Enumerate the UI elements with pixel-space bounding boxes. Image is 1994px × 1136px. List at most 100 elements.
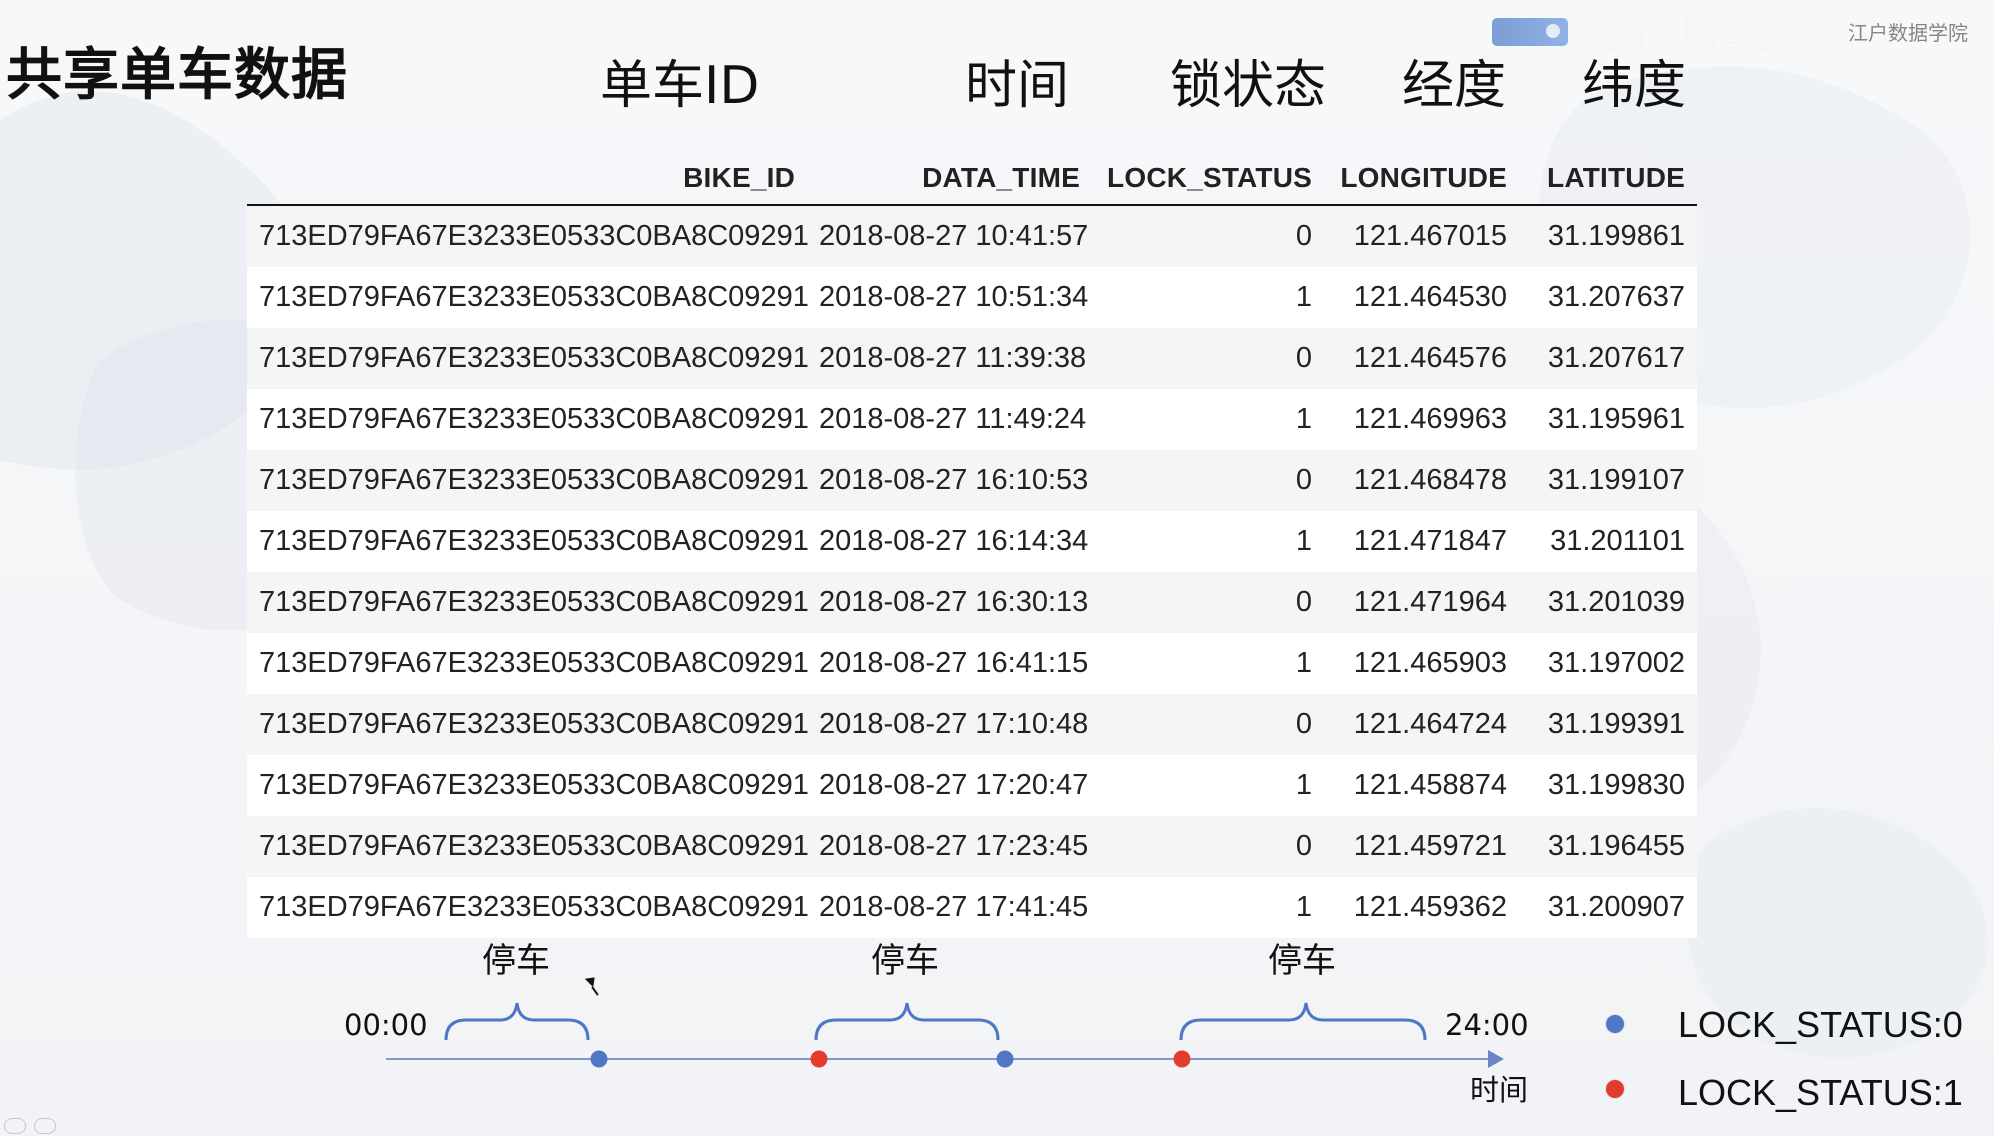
cell-lock-status: 0 — [1092, 816, 1324, 877]
table-row: 713ED79FA67E3233E0533C0BA8C09291 2018-08… — [247, 633, 1697, 694]
bike-data-table-grid: BIKE_ID DATA_TIME LOCK_STATUS LONGITUDE … — [247, 142, 1697, 938]
cell-longitude: 121.464724 — [1324, 694, 1519, 755]
cell-lock-status: 0 — [1092, 572, 1324, 633]
table-header-row: BIKE_ID DATA_TIME LOCK_STATUS LONGITUDE … — [247, 142, 1697, 206]
cell-latitude: 31.207617 — [1519, 328, 1697, 389]
cell-data-time: 2018-08-27 10:51:34 — [807, 267, 1092, 328]
cell-latitude: 31.199830 — [1519, 755, 1697, 816]
cell-latitude: 31.196455 — [1519, 816, 1697, 877]
cell-bike-id: 713ED79FA67E3233E0533C0BA8C09291 — [247, 877, 809, 938]
cell-latitude: 31.200907 — [1519, 877, 1697, 938]
table-row: 713ED79FA67E3233E0533C0BA8C09291 2018-08… — [247, 267, 1697, 328]
table-row: 713ED79FA67E3233E0533C0BA8C09291 2018-08… — [247, 389, 1697, 450]
cell-lock-status: 0 — [1092, 450, 1324, 511]
table-row: 713ED79FA67E3233E0533C0BA8C09291 2018-08… — [247, 694, 1697, 755]
cell-bike-id: 713ED79FA67E3233E0533C0BA8C09291 — [247, 389, 809, 450]
cell-lock-status: 0 — [1092, 694, 1324, 755]
watermark-secondary-text: 江户数据学院 — [1848, 21, 1968, 45]
cell-latitude: 31.199107 — [1519, 450, 1697, 511]
column-header-longitude: LONGITUDE — [1324, 142, 1519, 206]
legend-status-0-dot-icon — [1606, 1015, 1624, 1033]
status-0-point — [996, 1050, 1014, 1068]
cn-header-time: 时间 — [965, 56, 1070, 116]
cell-data-time: 2018-08-27 16:10:53 — [807, 450, 1092, 511]
table-row: 713ED79FA67E3233E0533C0BA8C09291 2018-08… — [247, 511, 1697, 572]
cn-header-lock-status: 锁状态 — [1170, 56, 1327, 116]
table-row: 713ED79FA67E3233E0533C0BA8C09291 2018-08… — [247, 755, 1697, 816]
cell-lock-status: 0 — [1092, 205, 1324, 267]
cell-bike-id: 713ED79FA67E3233E0533C0BA8C09291 — [247, 572, 809, 633]
cell-bike-id: 713ED79FA67E3233E0533C0BA8C09291 — [247, 694, 809, 755]
cell-lock-status: 1 — [1092, 633, 1324, 694]
timeline-axis-label: 时间 — [1470, 1073, 1528, 1107]
cell-longitude: 121.467015 — [1324, 205, 1519, 267]
parking-brace-1 — [444, 1002, 590, 1041]
legend-status-1-dot-icon — [1606, 1080, 1624, 1098]
page-title: 共享单车数据 — [6, 43, 348, 108]
watermark-badge-icon — [1491, 17, 1568, 46]
cell-bike-id: 713ED79FA67E3233E0533C0BA8C09291 — [247, 205, 809, 267]
cell-lock-status: 1 — [1092, 267, 1324, 328]
cell-lock-status: 1 — [1092, 755, 1324, 816]
cell-longitude: 121.459721 — [1324, 816, 1519, 877]
cn-header-bike-id: 单车ID — [600, 56, 760, 116]
column-header-bike-id: BIKE_ID — [247, 142, 807, 206]
cell-lock-status: 1 — [1092, 511, 1324, 572]
slide-controls — [0, 1118, 56, 1136]
cn-header-latitude: 纬度 — [1582, 56, 1687, 116]
cell-bike-id: 713ED79FA67E3233E0533C0BA8C09291 — [247, 816, 809, 877]
cell-bike-id: 713ED79FA67E3233E0533C0BA8C09291 — [247, 633, 809, 694]
table-row: 713ED79FA67E3233E0533C0BA8C09291 2018-08… — [247, 205, 1697, 267]
cell-longitude: 121.468478 — [1324, 450, 1519, 511]
cell-longitude: 121.469963 — [1324, 389, 1519, 450]
cell-bike-id: 713ED79FA67E3233E0533C0BA8C09291 — [247, 755, 809, 816]
slide: 同济小旭学长 江户数据学院 共享单车数据 单车ID 时间 锁状态 经度 纬度 B… — [0, 0, 1994, 1136]
timeline-arrow-icon — [1488, 1050, 1504, 1068]
column-header-lock-status: LOCK_STATUS — [1092, 142, 1324, 206]
cell-longitude: 121.465903 — [1324, 633, 1519, 694]
legend-status-0-label: LOCK_STATUS:0 — [1678, 1004, 1963, 1045]
column-header-latitude: LATITUDE — [1519, 142, 1697, 206]
timeline-end-label: 24:00 — [1445, 1008, 1529, 1042]
cell-longitude: 121.471847 — [1324, 511, 1519, 572]
cell-data-time: 2018-08-27 16:14:34 — [807, 511, 1092, 572]
table-row: 713ED79FA67E3233E0533C0BA8C09291 2018-08… — [247, 450, 1697, 511]
cell-longitude: 121.464576 — [1324, 328, 1519, 389]
cell-lock-status: 0 — [1092, 328, 1324, 389]
cell-latitude: 31.201101 — [1519, 511, 1697, 572]
cell-latitude: 31.195961 — [1519, 389, 1697, 450]
cell-bike-id: 713ED79FA67E3233E0533C0BA8C09291 — [247, 450, 809, 511]
parking-label-3: 停车 — [1268, 941, 1336, 981]
cell-data-time: 2018-08-27 16:30:13 — [807, 572, 1092, 633]
status-0-point — [590, 1050, 608, 1068]
cell-data-time: 2018-08-27 11:39:38 — [807, 328, 1092, 389]
cell-bike-id: 713ED79FA67E3233E0533C0BA8C09291 — [247, 511, 809, 572]
previous-slide-icon[interactable] — [4, 1118, 26, 1134]
cell-data-time: 2018-08-27 11:49:24 — [807, 389, 1092, 450]
cell-latitude: 31.197002 — [1519, 633, 1697, 694]
next-slide-icon[interactable] — [34, 1118, 56, 1134]
cell-longitude: 121.458874 — [1324, 755, 1519, 816]
cell-data-time: 2018-08-27 16:41:15 — [807, 633, 1092, 694]
column-header-data-time: DATA_TIME — [807, 142, 1092, 206]
cell-data-time: 2018-08-27 17:41:45 — [807, 877, 1092, 938]
cell-lock-status: 1 — [1092, 389, 1324, 450]
table-row: 713ED79FA67E3233E0533C0BA8C09291 2018-08… — [247, 572, 1697, 633]
bike-data-table: BIKE_ID DATA_TIME LOCK_STATUS LONGITUDE … — [247, 142, 1697, 938]
table-row: 713ED79FA67E3233E0533C0BA8C09291 2018-08… — [247, 877, 1697, 938]
cell-latitude: 31.199391 — [1519, 694, 1697, 755]
status-1-point — [810, 1050, 828, 1068]
table-row: 713ED79FA67E3233E0533C0BA8C09291 2018-08… — [247, 816, 1697, 877]
parking-label-1: 停车 — [482, 941, 550, 981]
cell-longitude: 121.471964 — [1324, 572, 1519, 633]
cell-data-time: 2018-08-27 10:41:57 — [807, 205, 1092, 267]
cell-bike-id: 713ED79FA67E3233E0533C0BA8C09291 — [247, 267, 809, 328]
timeline-start-label: 00:00 — [344, 1008, 428, 1042]
table-row: 713ED79FA67E3233E0533C0BA8C09291 2018-08… — [247, 328, 1697, 389]
cell-bike-id: 713ED79FA67E3233E0533C0BA8C09291 — [247, 328, 809, 389]
parking-brace-2 — [814, 1002, 1000, 1041]
status-1-point — [1173, 1050, 1191, 1068]
cn-header-longitude: 经度 — [1402, 56, 1507, 116]
cell-latitude: 31.199861 — [1519, 205, 1697, 267]
cell-longitude: 121.464530 — [1324, 267, 1519, 328]
